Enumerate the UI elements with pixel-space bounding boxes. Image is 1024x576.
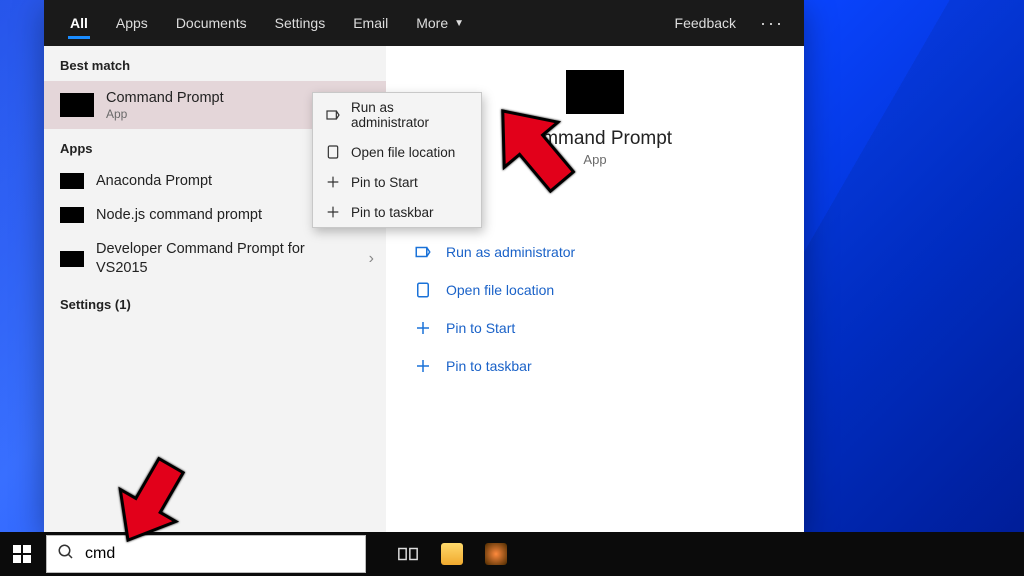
- ctx-label: Pin to taskbar: [351, 205, 434, 220]
- detail-subtitle: App: [583, 152, 606, 167]
- chevron-down-icon: ▼: [454, 18, 464, 29]
- ctx-run-admin[interactable]: Run as administrator: [313, 93, 481, 137]
- tab-all[interactable]: All: [58, 0, 100, 46]
- shield-icon: [414, 243, 432, 261]
- action-run-admin[interactable]: Run as administrator: [414, 233, 776, 271]
- ctx-label: Open file location: [351, 145, 455, 160]
- windows-logo-icon: [13, 545, 31, 563]
- result-dev-cmd-vs2015[interactable]: Developer Command Prompt for VS2015 ›: [44, 232, 386, 284]
- action-label: Pin to taskbar: [446, 358, 532, 374]
- terminal-icon: [60, 173, 84, 189]
- pin-icon: [325, 174, 341, 190]
- taskbar-task-view[interactable]: [386, 532, 430, 576]
- tab-documents[interactable]: Documents: [164, 0, 259, 46]
- pin-icon: [414, 319, 432, 337]
- tab-more[interactable]: More ▼: [404, 0, 476, 46]
- tab-more-label: More: [416, 15, 448, 31]
- search-input[interactable]: [85, 545, 355, 563]
- group-settings[interactable]: Settings (1): [44, 285, 386, 320]
- result-title: Anaconda Prompt: [96, 172, 212, 190]
- search-icon: [57, 543, 75, 566]
- ctx-pin-taskbar[interactable]: Pin to taskbar: [313, 197, 481, 227]
- result-subtitle: App: [106, 107, 224, 121]
- taskbar-search-box[interactable]: [46, 535, 366, 573]
- taskbar-app-g[interactable]: [474, 532, 518, 576]
- action-pin-start[interactable]: Pin to Start: [414, 309, 776, 347]
- chevron-right-icon: ›: [369, 250, 374, 268]
- action-label: Run as administrator: [446, 244, 575, 260]
- terminal-icon: [60, 207, 84, 223]
- group-best-match: Best match: [44, 46, 386, 81]
- search-filter-tabs: All Apps Documents Settings Email More ▼…: [44, 0, 804, 46]
- command-prompt-icon: [60, 93, 94, 117]
- result-title: Developer Command Prompt for VS2015: [96, 240, 326, 276]
- folder-icon: [325, 144, 341, 160]
- start-button[interactable]: [0, 532, 44, 576]
- action-label: Pin to Start: [446, 320, 515, 336]
- tab-apps[interactable]: Apps: [104, 0, 160, 46]
- detail-title: Command Prompt: [518, 128, 672, 150]
- feedback-link[interactable]: Feedback: [669, 0, 742, 46]
- folder-icon: [414, 281, 432, 299]
- ctx-pin-start[interactable]: Pin to Start: [313, 167, 481, 197]
- more-options-button[interactable]: ···: [754, 0, 790, 46]
- shield-icon: [325, 107, 341, 123]
- search-results-panel: All Apps Documents Settings Email More ▼…: [44, 0, 804, 532]
- terminal-icon: [60, 251, 84, 267]
- action-pin-taskbar[interactable]: Pin to taskbar: [414, 347, 776, 385]
- command-prompt-icon: [566, 70, 624, 114]
- result-title: Node.js command prompt: [96, 206, 262, 224]
- app-g-icon: [485, 543, 507, 565]
- taskbar: [0, 532, 1024, 576]
- ctx-open-location[interactable]: Open file location: [313, 137, 481, 167]
- context-menu: Run as administrator Open file location …: [312, 92, 482, 228]
- pin-icon: [325, 204, 341, 220]
- file-explorer-icon: [441, 543, 463, 565]
- action-label: Open file location: [446, 282, 554, 298]
- tab-settings[interactable]: Settings: [263, 0, 338, 46]
- taskbar-file-explorer[interactable]: [430, 532, 474, 576]
- ctx-label: Pin to Start: [351, 175, 418, 190]
- action-open-location[interactable]: Open file location: [414, 271, 776, 309]
- tab-email[interactable]: Email: [341, 0, 400, 46]
- ctx-label: Run as administrator: [351, 100, 469, 130]
- pin-icon: [414, 357, 432, 375]
- result-title: Command Prompt: [106, 89, 224, 107]
